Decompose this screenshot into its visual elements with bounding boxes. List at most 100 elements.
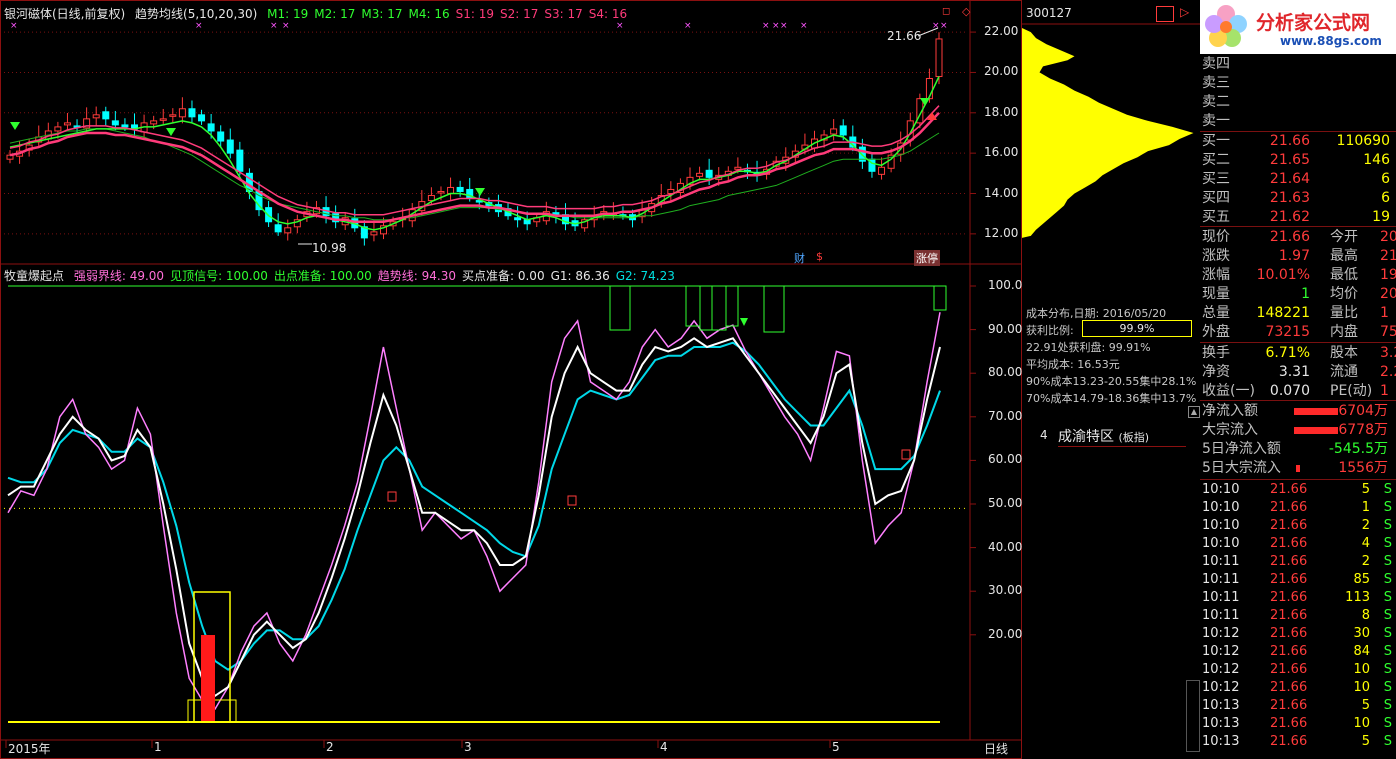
- sector-link[interactable]: 成渝特区 (板指): [1058, 426, 1186, 447]
- time-axis-label: 5: [832, 740, 840, 754]
- finance-mark[interactable]: 财: [794, 250, 805, 266]
- candle-body: [705, 169, 713, 178]
- cross-mark: ×: [940, 21, 948, 31]
- tick-price: 21.66: [1270, 626, 1308, 641]
- stat-value: 73215: [1265, 324, 1310, 340]
- cross-mark: ×: [616, 21, 624, 31]
- stat-label-2: 今开: [1330, 229, 1358, 245]
- top-signal-box: [699, 285, 713, 331]
- sub-indicator-name: 牧童爆起点: [4, 269, 65, 283]
- tick-price: 21.66: [1270, 662, 1308, 677]
- candle-body: [274, 224, 282, 233]
- profit-label: 获利比例:: [1026, 324, 1074, 337]
- chart-area[interactable]: × × × × × × × × × × × × ◇ 银河磁体(日线,前复权) 趋…: [0, 0, 1022, 759]
- stat-value-2: 75: [1380, 324, 1396, 340]
- tick-row: 10:11 21.66 8 S: [1200, 607, 1396, 625]
- down-arrow-icon: [10, 122, 20, 130]
- g2-line: [7, 341, 941, 671]
- tick-row: 10:11 21.66 113 S: [1200, 589, 1396, 607]
- tick-row: 10:13 21.66 5 S: [1200, 733, 1396, 751]
- ask-row: 卖一: [1200, 112, 1396, 131]
- bid-label: 买三: [1202, 171, 1230, 187]
- dollar-mark[interactable]: $: [816, 250, 823, 263]
- candle-body: [150, 120, 158, 125]
- logo-url[interactable]: www.88gs.com: [1280, 34, 1382, 48]
- candle-body: [370, 231, 378, 236]
- top-signal-box: [711, 285, 727, 331]
- stat-label: 收益(一): [1202, 383, 1255, 399]
- indicator-name: 趋势均线(5,10,20,30): [135, 7, 258, 21]
- tick-time: 10:12: [1202, 680, 1240, 695]
- tick-side: S: [1383, 590, 1392, 605]
- tick-price: 21.66: [1270, 644, 1308, 659]
- tick-time: 10:11: [1202, 608, 1240, 623]
- bid-volume: 6: [1381, 171, 1390, 187]
- stat-value: 3.31: [1278, 364, 1310, 380]
- ask-label: 卖三: [1202, 75, 1230, 91]
- candle-body: [284, 227, 292, 234]
- candle-body: [111, 120, 119, 126]
- cost-line-3: 90%成本13.23-20.55集中28.1%: [1026, 375, 1197, 388]
- tick-volume: 10: [1353, 716, 1370, 731]
- stat-value-2: 1: [1380, 305, 1389, 321]
- sector-name[interactable]: 成渝特区: [1058, 429, 1114, 445]
- stat-label: 总量: [1202, 305, 1230, 321]
- buy-mark-icon: [387, 491, 397, 502]
- scrollbar[interactable]: [1186, 680, 1200, 752]
- stat-value: 10.01%: [1256, 267, 1310, 283]
- flow-label: 5日大宗流入: [1202, 460, 1281, 476]
- sub-value: 出点准备: 100.00: [273, 269, 372, 283]
- ind-axis-label: 60.00: [988, 452, 1023, 467]
- flow-bar: [1294, 427, 1338, 434]
- bid-label: 买二: [1202, 152, 1230, 168]
- cost-line-2: 平均成本: 16.53元: [1026, 358, 1120, 371]
- flow-row: 5日净流入额 -545.5万: [1200, 440, 1396, 459]
- scroll-up-icon[interactable]: ▲: [1188, 406, 1200, 418]
- tick-row: 10:11 21.66 2 S: [1200, 553, 1396, 571]
- tick-side: S: [1383, 572, 1392, 587]
- ind-axis-label: 70.00: [988, 408, 1023, 423]
- stat-row: 总量 148221 量比 1: [1200, 304, 1396, 323]
- tick-side: S: [1383, 518, 1392, 533]
- tick-side: S: [1383, 644, 1392, 659]
- stat-value-2: 20: [1380, 229, 1396, 245]
- candle-body: [198, 114, 206, 122]
- tick-volume: 10: [1353, 680, 1370, 695]
- price-axis-label: 22.00: [984, 24, 1019, 39]
- tick-price: 21.66: [1270, 608, 1308, 623]
- price-axis-label: 12.00: [984, 225, 1019, 240]
- candle-body: [54, 126, 62, 132]
- sub-value: 见顶信号: 100.00: [170, 269, 268, 283]
- ma-value: S2: 17: [500, 7, 539, 21]
- tick-volume: 5: [1361, 698, 1370, 713]
- cross-mark: ×: [800, 21, 808, 31]
- tick-side: S: [1383, 680, 1392, 695]
- sector-tag: (板指): [1118, 431, 1150, 444]
- cost-histogram-shape: [1022, 28, 1194, 238]
- tick-time: 10:11: [1202, 572, 1240, 587]
- stat-value: 1.97: [1278, 248, 1310, 264]
- flow-bar: [1294, 408, 1338, 415]
- kline-chart[interactable]: × × × × × × × × × × × × ◇: [0, 0, 1022, 759]
- tick-volume: 4: [1361, 536, 1370, 551]
- tick-volume: 2: [1361, 554, 1370, 569]
- stat-label: 换手: [1202, 345, 1230, 361]
- top-signal-box: [685, 285, 701, 327]
- high-label: 21.66: [887, 29, 922, 43]
- period-label[interactable]: 日线: [984, 740, 1008, 757]
- g1-line: [7, 337, 941, 698]
- bid-row: 买五 21.62 19: [1200, 208, 1396, 227]
- candle-body: [226, 139, 234, 154]
- flow-row: 净流入额 6704万: [1200, 402, 1396, 421]
- ind-axis-label: 50.00: [988, 496, 1023, 510]
- tick-row: 10:10 21.66 4 S: [1200, 535, 1396, 553]
- candle-body: [92, 114, 100, 119]
- main-title: 银河磁体(日线,前复权) 趋势均线(5,10,20,30) M1: 19 M2: …: [4, 5, 639, 22]
- stat-label-2: 量比: [1330, 305, 1358, 321]
- tick-price: 21.66: [1270, 518, 1308, 533]
- bid-row: 买二 21.65 146: [1200, 151, 1396, 170]
- stat-label: 现价: [1202, 229, 1230, 245]
- stat-value-2: 21: [1380, 248, 1396, 264]
- candle-body: [121, 124, 129, 128]
- toolbar-icon[interactable]: ◻: [942, 6, 950, 17]
